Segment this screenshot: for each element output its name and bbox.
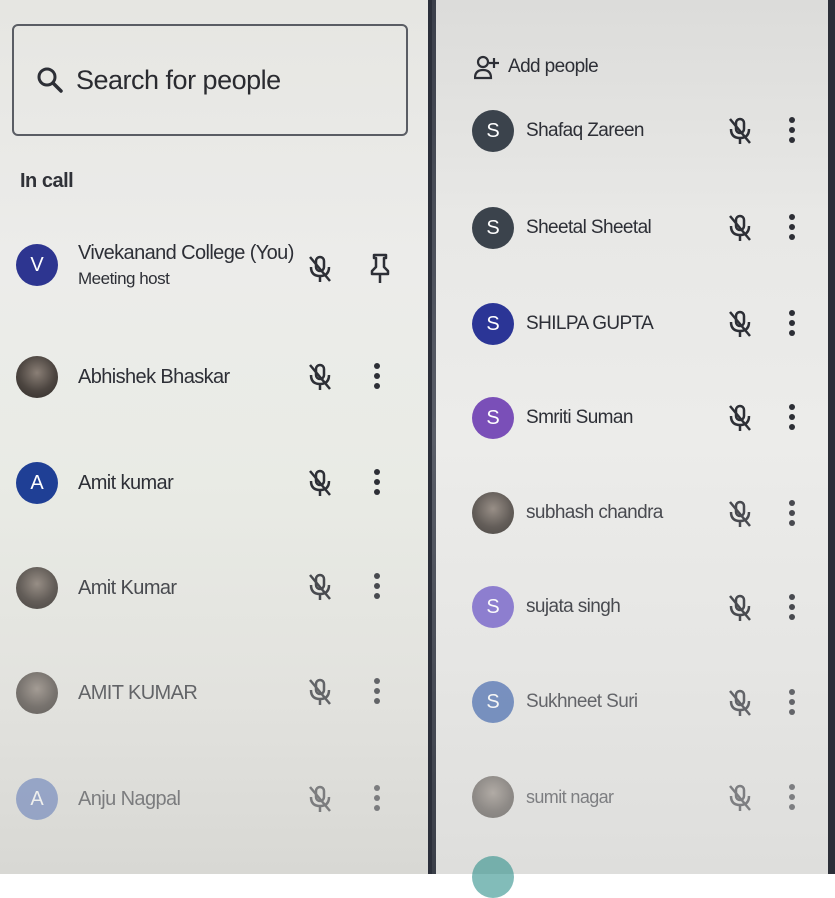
participant-name: AMIT KUMAR xyxy=(78,681,198,704)
avatar-photo xyxy=(16,672,58,714)
search-box[interactable] xyxy=(12,24,408,136)
participant-row[interactable]: S Shafaq Zareen xyxy=(472,96,645,166)
mic-off-icon xyxy=(309,255,331,282)
section-title-in-call: In call xyxy=(20,170,74,192)
avatar: S xyxy=(472,681,514,723)
mic-off-icon xyxy=(309,678,331,705)
more-options-icon[interactable] xyxy=(373,468,381,496)
avatar-photo xyxy=(472,776,514,818)
participant-name: Sheetal Sheetal xyxy=(526,217,652,238)
mic-off-icon xyxy=(729,310,751,337)
participant-row[interactable]: sumit nagar xyxy=(472,762,614,832)
participant-name: SHILPA GUPTA xyxy=(526,313,654,334)
participant-row[interactable]: S sujata singh xyxy=(472,572,621,642)
avatar-photo xyxy=(16,356,58,398)
participant-name: subhash chandra xyxy=(526,502,663,523)
avatar: A xyxy=(16,462,58,504)
more-options-icon[interactable] xyxy=(788,116,796,144)
search-input[interactable] xyxy=(74,63,398,97)
more-options-icon[interactable] xyxy=(788,309,796,337)
more-options-icon[interactable] xyxy=(373,677,381,705)
more-options-icon[interactable] xyxy=(373,362,381,390)
avatar: V xyxy=(16,244,58,286)
participant-row[interactable]: AMIT KUMAR xyxy=(16,658,198,728)
screen-edge xyxy=(828,0,835,874)
mic-off-icon xyxy=(729,117,751,144)
avatar-partial xyxy=(472,856,514,898)
more-options-icon[interactable] xyxy=(788,593,796,621)
mic-off-icon xyxy=(729,404,751,431)
participant-role: Meeting host xyxy=(78,268,170,288)
mic-off-icon xyxy=(729,214,751,241)
mic-off-icon xyxy=(309,469,331,496)
avatar: A xyxy=(16,778,58,820)
mic-off-icon xyxy=(729,594,751,621)
participant-row[interactable]: S Sheetal Sheetal xyxy=(472,193,652,263)
more-options-icon[interactable] xyxy=(788,688,796,716)
participant-name: sujata singh xyxy=(526,596,621,617)
avatar: S xyxy=(472,586,514,628)
participant-row[interactable]: subhash chandra xyxy=(472,478,663,548)
mic-off-icon xyxy=(309,363,331,390)
avatar-photo xyxy=(16,567,58,609)
more-options-icon[interactable] xyxy=(788,403,796,431)
add-people-label: Add people xyxy=(508,56,599,77)
more-options-icon[interactable] xyxy=(788,213,796,241)
participant-row[interactable]: S Sukhneet Suri xyxy=(472,667,638,737)
participant-name: Abhishek Bhaskar xyxy=(78,365,230,388)
participant-row[interactable]: S Smriti Suman xyxy=(472,383,633,453)
more-options-icon[interactable] xyxy=(373,572,381,600)
more-options-icon[interactable] xyxy=(373,784,381,812)
more-options-icon[interactable] xyxy=(788,499,796,527)
participant-row[interactable]: A Anju Nagpal xyxy=(16,764,181,834)
participant-row[interactable]: V Vivekanand College (You) Meeting host xyxy=(16,230,294,300)
participant-row[interactable]: Abhishek Bhaskar xyxy=(16,342,230,412)
mic-off-icon xyxy=(309,573,331,600)
participant-name: Smriti Suman xyxy=(526,407,633,428)
add-person-icon xyxy=(474,55,499,80)
participant-name: Amit kumar xyxy=(78,471,174,494)
participant-name: Anju Nagpal xyxy=(78,787,181,810)
mic-off-icon xyxy=(729,689,751,716)
participant-name: Vivekanand College (You) xyxy=(78,241,294,264)
participant-row[interactable]: A Amit kumar xyxy=(16,448,174,518)
participant-row[interactable]: Amit Kumar xyxy=(16,553,177,623)
avatar: S xyxy=(472,110,514,152)
participant-row[interactable]: S SHILPA GUPTA xyxy=(472,289,654,359)
avatar: S xyxy=(472,397,514,439)
mic-off-icon xyxy=(309,785,331,812)
avatar: S xyxy=(472,303,514,345)
participant-name: sumit nagar xyxy=(526,786,614,807)
mic-off-icon xyxy=(729,784,751,811)
avatar: S xyxy=(472,207,514,249)
mic-off-icon xyxy=(729,500,751,527)
pin-icon[interactable] xyxy=(370,252,390,284)
search-icon xyxy=(37,67,63,93)
more-options-icon[interactable] xyxy=(788,783,796,811)
participant-name: Sukhneet Suri xyxy=(526,691,638,712)
add-people-button[interactable]: Add people xyxy=(474,54,599,80)
participant-name: Amit Kumar xyxy=(78,576,177,599)
participant-name: Shafaq Zareen xyxy=(526,120,645,141)
avatar-photo xyxy=(472,492,514,534)
